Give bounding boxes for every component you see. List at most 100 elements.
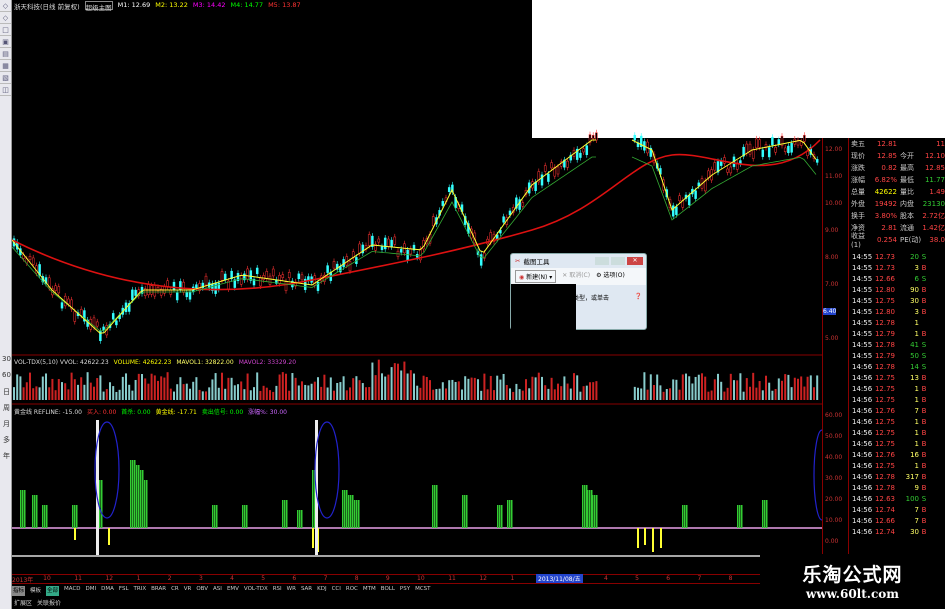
volume-bar xyxy=(233,385,236,400)
extension-area-tab[interactable]: 扩展区 xyxy=(14,598,32,607)
toolbar-button[interactable]: ▦ xyxy=(0,60,11,72)
kline-chart[interactable] xyxy=(12,0,822,570)
toolbar-button[interactable]: ▣ xyxy=(0,36,11,48)
period-30[interactable]: 30 xyxy=(1,355,12,371)
tab-psy[interactable]: PSY xyxy=(400,586,410,596)
tab-emv[interactable]: EMV xyxy=(227,586,239,596)
help-icon[interactable]: ❓ xyxy=(635,293,642,302)
tab-cci[interactable]: CCI xyxy=(332,586,341,596)
candle-body xyxy=(134,289,137,296)
tab-vol-tdx[interactable]: VOL-TDX xyxy=(244,586,268,596)
tab-fsl[interactable]: FSL xyxy=(119,586,129,596)
candle-body xyxy=(585,145,589,155)
tab-sar[interactable]: SAR xyxy=(301,586,312,596)
tick-cell: 1 xyxy=(914,439,919,448)
toolbar-button[interactable]: ▧ xyxy=(0,72,11,84)
tick-cell: 12.80 xyxy=(874,307,895,316)
cancel-button[interactable]: ✕ 取消(C) xyxy=(562,270,590,283)
volume-bar xyxy=(77,384,79,400)
candle-body xyxy=(771,136,774,146)
volume-bar xyxy=(128,384,131,400)
tick-row: 14:55 12.79 50 S xyxy=(849,350,945,361)
signal-bar-green xyxy=(72,505,74,528)
period-multi[interactable]: 多 xyxy=(1,435,12,451)
volume-bar xyxy=(419,387,422,400)
signal-bar-yellow xyxy=(644,528,646,545)
volume-bar xyxy=(707,391,710,400)
toolbar-button[interactable]: ▤ xyxy=(0,48,11,60)
period-60[interactable]: 60 xyxy=(1,371,12,387)
tick-row: 14:55 12.80 3 B xyxy=(849,306,945,317)
tab-dmi[interactable]: DMI xyxy=(86,586,97,596)
maximize-button[interactable] xyxy=(611,257,625,265)
tab-asi[interactable]: ASI xyxy=(213,586,222,596)
volume-bar xyxy=(192,381,195,400)
candle-body xyxy=(358,243,361,254)
volume-bar xyxy=(147,383,150,400)
tab-全部[interactable]: 全部 xyxy=(46,586,60,596)
tab-macd[interactable]: MACD xyxy=(64,586,81,596)
tab-roc[interactable]: ROC xyxy=(346,586,358,596)
header-value: 首杀: 0.00 xyxy=(121,409,151,416)
tick-cell: 3 xyxy=(914,307,919,316)
volume-bar xyxy=(57,379,60,400)
related-quote-tab[interactable]: 关联报价 xyxy=(37,598,61,607)
toolbar-button[interactable]: ◇ xyxy=(0,0,11,12)
tab-cr[interactable]: CR xyxy=(171,586,179,596)
tab-wr[interactable]: WR xyxy=(287,586,296,596)
toolbar-button[interactable]: □ xyxy=(0,24,11,36)
toolbar-button[interactable]: ◫ xyxy=(0,84,11,96)
quote-label: 量比 xyxy=(900,188,914,196)
volume-bar xyxy=(768,382,771,400)
minimize-button[interactable] xyxy=(595,257,609,265)
tick-cell: 20 xyxy=(910,252,919,261)
tab-指标[interactable]: 指标 xyxy=(12,586,26,596)
tab-obv[interactable]: OBV xyxy=(196,586,208,596)
quote-value: 12.81 xyxy=(876,140,897,148)
volume-bar xyxy=(208,387,211,400)
tab-rsi[interactable]: RSI xyxy=(273,586,282,596)
period-year[interactable]: 年 xyxy=(1,451,12,467)
template-name[interactable]: 超级主图 xyxy=(84,1,113,12)
indicator-header: 黄金线 REFLINE: -15.00 买入: 0.00 首杀: 0.00 黄金线: … xyxy=(14,407,287,416)
header-value: 黄金线 REFLINE: -15.00 xyxy=(14,409,82,416)
quote-value: 11 xyxy=(936,140,945,148)
volume-bar xyxy=(521,390,524,400)
period-week[interactable]: 周 xyxy=(1,403,12,419)
volume-bar xyxy=(310,383,313,400)
tick-cell: 12.79 xyxy=(874,351,895,360)
tab-mtm[interactable]: MTM xyxy=(363,586,376,596)
volume-bar xyxy=(230,377,233,400)
tab-vr[interactable]: VR xyxy=(184,586,192,596)
volume-bar xyxy=(32,388,35,400)
ma-label: M4: 14.77 xyxy=(230,1,264,9)
period-month[interactable]: 月 xyxy=(1,419,12,435)
close-button[interactable]: ✕ xyxy=(627,257,643,265)
signal-bar-green xyxy=(24,490,26,528)
candle-body xyxy=(550,162,553,169)
tick-cell: 14:56 xyxy=(852,472,873,481)
signal-bar-yellow xyxy=(637,528,639,548)
candle-body xyxy=(479,254,483,266)
tab-brar[interactable]: BRAR xyxy=(151,586,166,596)
volume-bar xyxy=(400,370,403,400)
tick-cell: 14:55 xyxy=(852,351,873,360)
tab-dma[interactable]: DMA xyxy=(101,586,114,596)
tab-boll[interactable]: BOLL xyxy=(381,586,395,596)
tick-cell: B xyxy=(921,428,927,437)
date-label: 7 xyxy=(323,575,328,582)
volume-bar xyxy=(377,359,380,400)
tab-trix[interactable]: TRIX xyxy=(134,586,147,596)
signal-bar-green xyxy=(134,465,136,528)
tab-mcst[interactable]: MCST xyxy=(415,586,430,596)
tab-模板[interactable]: 模板 xyxy=(30,586,41,596)
toolbar-button[interactable]: ◇ xyxy=(0,12,11,24)
new-button[interactable]: ◉ 新建(N) ▾ xyxy=(515,270,557,283)
options-button[interactable]: ⚙ 选项(O) xyxy=(596,270,625,283)
candle-body xyxy=(713,162,717,171)
period-day[interactable]: 日 xyxy=(1,387,12,403)
volume-bar xyxy=(435,389,438,400)
quote-row: 涨跌 0.82 最高 12.85 xyxy=(849,162,945,174)
tick-cell: 12.75 xyxy=(874,428,895,437)
tab-kdj[interactable]: KDJ xyxy=(317,586,326,596)
